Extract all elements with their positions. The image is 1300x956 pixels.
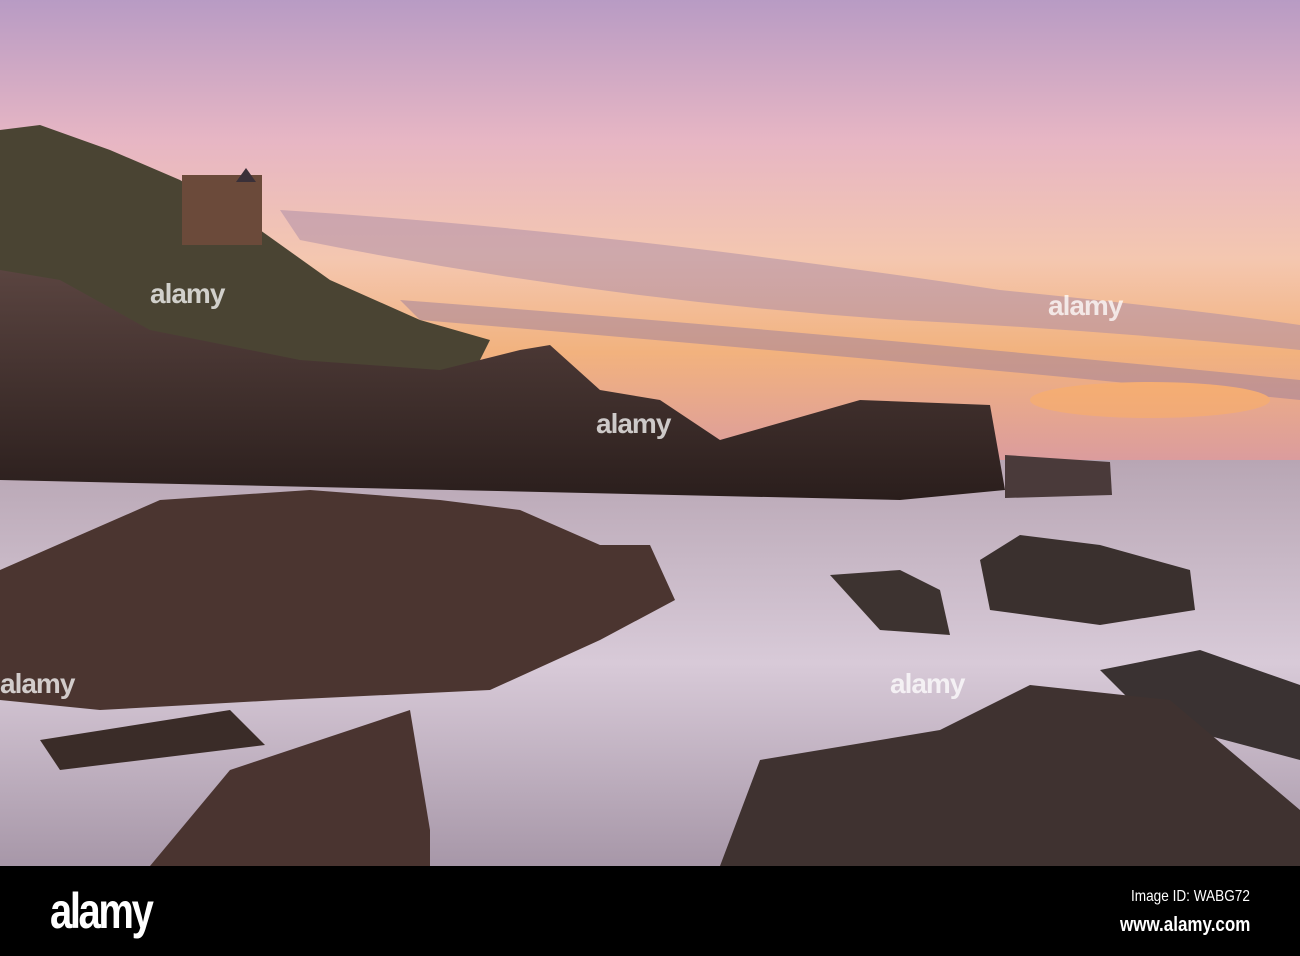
watermark: alamy	[890, 668, 965, 699]
stock-photo: alamy alamy alamy alamy alamy alamy Imag…	[0, 0, 1300, 956]
footer-bar: alamy Image ID: WABG72 www.alamy.com	[0, 866, 1300, 956]
watermark: alamy	[596, 408, 671, 439]
hilltop-house	[182, 168, 262, 245]
site-url: www.alamy.com	[1119, 914, 1250, 936]
watermark: alamy	[150, 278, 225, 309]
image-id: Image ID: WABG72	[1131, 888, 1250, 905]
watermark: alamy	[0, 668, 75, 699]
distant-rocks	[1005, 455, 1112, 498]
alamy-logo: alamy	[50, 883, 154, 939]
watermark: alamy	[1048, 290, 1123, 321]
